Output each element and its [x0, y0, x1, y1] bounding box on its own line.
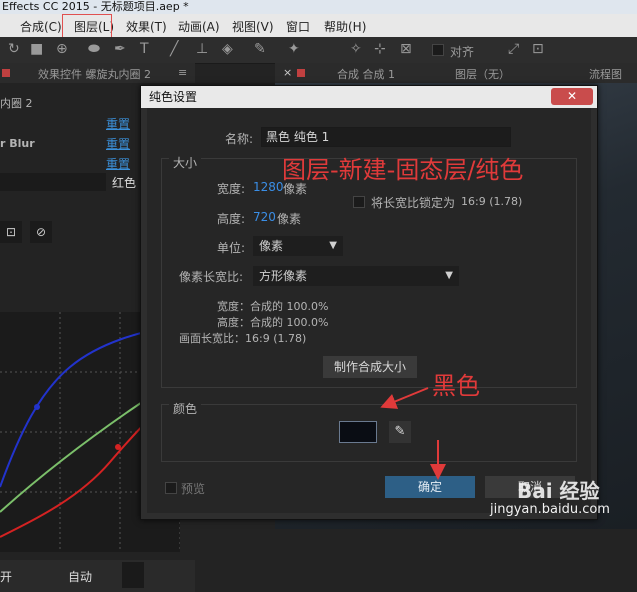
bottom-controls-row: 开 自动: [0, 560, 195, 592]
watermark-url: jingyan.baidu.com: [490, 502, 610, 517]
annotation-arrows: [380, 387, 446, 480]
bottom-left-label: 开: [0, 570, 13, 584]
bottom-tool-box[interactable]: [122, 562, 144, 588]
watermark-brand: Bai 经验: [517, 479, 600, 503]
arrow-to-swatch: [380, 387, 429, 409]
auto-button[interactable]: 自动: [68, 568, 92, 585]
